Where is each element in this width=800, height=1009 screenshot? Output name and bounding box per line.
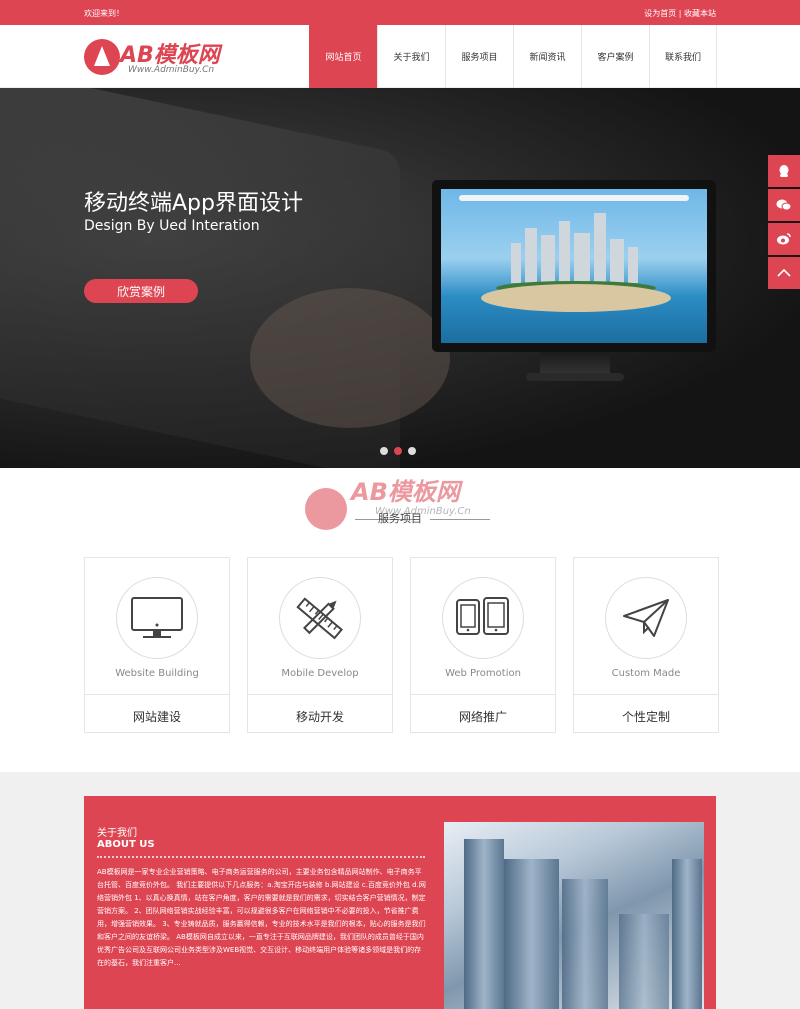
welcome-text: 欢迎来到！ <box>84 9 124 18</box>
paper-plane-icon <box>623 599 669 637</box>
screen-navstrip <box>459 195 689 201</box>
service-cards: Website Building 网站建设 Mobile Develop 移动开… <box>84 557 719 733</box>
screen-building <box>574 233 590 283</box>
screen-building <box>628 247 638 283</box>
watermark-logo: AB模板网 Www.AdminBuy.Cn <box>305 468 505 538</box>
about-panel: 关于我们 ABOUT US AB模板网是一家专业企业营销策略、电子商务运营服务的… <box>84 796 716 1009</box>
ruler-pencil-icon <box>296 597 344 640</box>
nav-home[interactable]: 网站首页 <box>309 25 377 88</box>
bookmark-link[interactable]: 收藏本站 <box>684 9 716 18</box>
main-nav: 网站首页 关于我们 服务项目 新闻资讯 客户案例 联系我们 <box>309 25 717 88</box>
screen-building <box>511 243 521 283</box>
set-home-link[interactable]: 设为首页 <box>644 9 676 18</box>
service-card-custom[interactable]: Custom Made 个性定制 <box>573 557 719 733</box>
services-title: 服务项目 <box>378 512 422 525</box>
service-en-label: Mobile Develop <box>281 668 359 679</box>
building-shape <box>562 879 608 1009</box>
screen-building <box>525 228 537 283</box>
service-en-label: Web Promotion <box>445 668 521 679</box>
service-cn-label: 网站建设 <box>132 710 181 724</box>
hero-banner: 移动终端App界面设计 Design By Ued Interation 欣赏案… <box>0 88 800 468</box>
service-card-promotion[interactable]: Web Promotion 网络推广 <box>410 557 556 733</box>
logo-icon <box>84 39 120 75</box>
card-divider <box>574 694 718 695</box>
monitor-base <box>526 373 624 381</box>
service-icon-circle <box>279 577 361 659</box>
service-icon-circle <box>116 577 198 659</box>
services-heading: AB模板网 Www.AdminBuy.Cn 服务项目 <box>0 468 800 558</box>
service-cn-label: 个性定制 <box>621 710 670 724</box>
banner-title: 移动终端App界面设计 <box>84 191 303 216</box>
screen-building <box>559 221 570 283</box>
top-bar: 欢迎来到！ 设为首页 | 收藏本站 <box>0 0 800 25</box>
service-en-label: Website Building <box>115 668 199 679</box>
weibo-icon[interactable] <box>768 223 800 255</box>
building-shape <box>619 914 669 1009</box>
wechat-icon[interactable] <box>768 189 800 221</box>
nav-about[interactable]: 关于我们 <box>377 25 445 88</box>
slider-dot[interactable] <box>408 447 416 455</box>
about-body-text: AB模板网是一家专业企业营销策略、电子商务运营服务的公司，主要业务包含精品网站制… <box>97 868 426 967</box>
nav-cases[interactable]: 客户案例 <box>581 25 649 88</box>
service-cn-label: 移动开发 <box>295 710 344 724</box>
banner-subtitle: Design By Ued Interation <box>84 218 260 234</box>
monitor-screen <box>441 189 707 343</box>
nav-services[interactable]: 服务项目 <box>445 25 513 88</box>
slider-dot[interactable] <box>380 447 388 455</box>
top-links: 设为首页 | 收藏本站 <box>644 8 716 19</box>
slider-dots <box>380 447 416 455</box>
view-cases-button[interactable]: 欣赏案例 <box>84 279 198 303</box>
screen-building <box>541 235 555 283</box>
card-divider <box>248 694 392 695</box>
screen-building <box>594 213 606 283</box>
watermark-text: AB模板网 <box>351 478 460 506</box>
monitor-image <box>432 180 716 352</box>
side-float-bar <box>768 155 800 291</box>
logo-subtext: Www.AdminBuy.Cn <box>128 65 215 75</box>
heading-line-right <box>430 519 490 520</box>
building-shape <box>464 839 504 1009</box>
service-icon-circle <box>442 577 524 659</box>
site-logo[interactable]: AB模板网 Www.AdminBuy.Cn <box>84 35 254 83</box>
building-shape <box>672 859 702 1009</box>
monitor-stand <box>540 352 610 374</box>
building-shape <box>504 859 559 1009</box>
about-section: 关于我们 ABOUT US AB模板网是一家专业企业营销策略、电子商务运营服务的… <box>0 772 800 1009</box>
top-links-divider: | <box>678 9 682 18</box>
service-card-mobile[interactable]: Mobile Develop 移动开发 <box>247 557 393 733</box>
about-title-cn[interactable]: 关于我们 <box>97 824 137 839</box>
qq-icon[interactable] <box>768 155 800 187</box>
service-card-website[interactable]: Website Building 网站建设 <box>84 557 230 733</box>
monitor-icon <box>131 597 183 638</box>
nav-contact[interactable]: 联系我们 <box>649 25 717 88</box>
slider-dot-active[interactable] <box>394 447 402 455</box>
about-building-image <box>444 822 704 1009</box>
screen-building <box>610 239 624 283</box>
nav-news[interactable]: 新闻资讯 <box>513 25 581 88</box>
tablets-icon <box>456 597 509 635</box>
banner-background-hand <box>250 288 450 428</box>
service-icon-circle <box>605 577 687 659</box>
screen-island <box>481 284 671 312</box>
service-cn-label: 网络推广 <box>458 710 507 724</box>
back-to-top-icon[interactable] <box>768 257 800 289</box>
card-divider <box>85 694 229 695</box>
header: AB模板网 Www.AdminBuy.Cn 网站首页 关于我们 服务项目 新闻资… <box>0 25 800 88</box>
about-divider <box>97 856 425 858</box>
about-title-en: ABOUT US <box>97 839 155 850</box>
service-en-label: Custom Made <box>611 668 681 679</box>
card-divider <box>411 694 555 695</box>
